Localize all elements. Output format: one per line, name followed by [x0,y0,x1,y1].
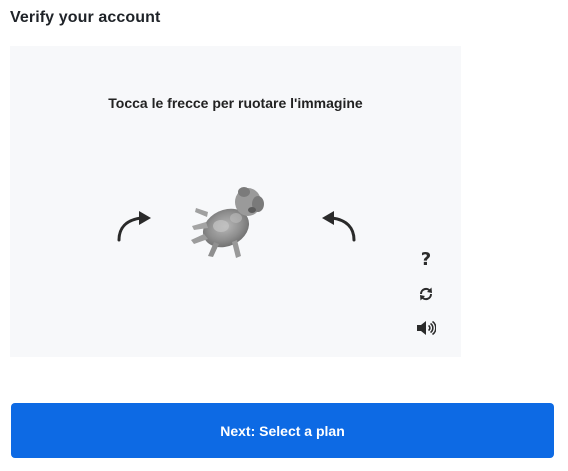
captcha-panel: Tocca le frecce per ruotare l'immagine ? [10,46,461,357]
rotate-right-button[interactable] [316,206,362,246]
page-title: Verify your account [10,9,161,26]
audio-button[interactable] [414,316,438,340]
refresh-button[interactable] [414,282,438,306]
speaker-icon [417,320,436,336]
rotate-left-arrow-icon [117,211,151,242]
refresh-icon [419,287,433,301]
captcha-instruction: Tocca le frecce per ruotare l'immagine [108,95,363,111]
next-select-plan-button[interactable]: Next: Select a plan [11,403,554,458]
rotate-left-button[interactable] [111,206,157,246]
question-mark-icon: ? [420,248,432,270]
help-button[interactable]: ? [414,247,438,271]
rotate-right-arrow-icon [322,211,356,242]
rotatable-animal-image [186,182,272,264]
